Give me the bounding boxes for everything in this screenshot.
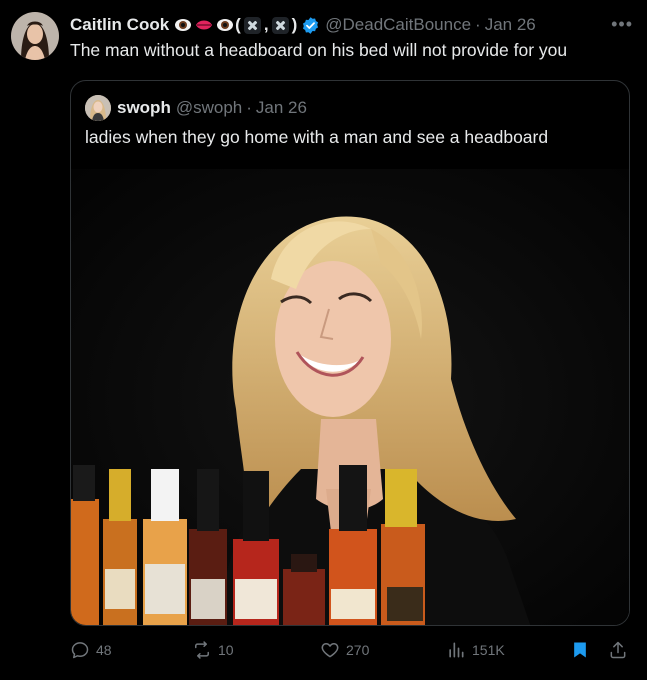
share-upload-icon (610, 641, 626, 659)
like-count: 270 (346, 642, 370, 658)
reply-icon (71, 642, 89, 659)
quoted-tweet-date[interactable]: Jan 26 (256, 98, 307, 118)
tweet-action-bar: 48 10 270 151K (70, 640, 632, 664)
tweet-text: The man without a headboard on his bed w… (70, 40, 568, 60)
author-handle[interactable]: @DeadCaitBounce (325, 15, 471, 35)
retweet-icon (195, 641, 209, 659)
photo-woman-hot-sauce-icon (71, 169, 629, 625)
author-avatar[interactable] (11, 12, 59, 60)
quoted-tweet-card[interactable]: swoph @swoph · Jan 26 ladies when they g… (70, 80, 630, 626)
view-count: 151K (472, 642, 505, 658)
x-mark-icon (271, 16, 289, 34)
share-button[interactable] (608, 640, 634, 660)
quoted-tweet-text: ladies when they go home with a man and … (85, 127, 549, 147)
analytics-bars-icon (449, 642, 464, 658)
name-emoji-decoration: ( , ) (175, 15, 297, 35)
views-button[interactable]: 151K (446, 640, 505, 660)
comma: , (263, 15, 269, 34)
quoted-author-avatar[interactable] (85, 95, 111, 121)
retweet-count: 10 (218, 642, 234, 658)
eye-mouth-eye-icon (175, 19, 234, 31)
paren-open: ( (235, 15, 241, 34)
tweet-header: Caitlin Cook ( , ) @DeadCaitBounce · Jan… (70, 14, 633, 36)
author-display-name[interactable]: Caitlin Cook (70, 15, 169, 35)
quoted-tweet-header: swoph @swoph · Jan 26 (85, 95, 307, 121)
paren-close: ) (291, 15, 298, 34)
bookmark-icon (574, 642, 586, 658)
x-mark-icon (243, 16, 261, 34)
separator-dot: · (246, 98, 252, 117)
profile-photo-icon (11, 12, 59, 60)
quoted-author-display-name[interactable]: swoph (117, 98, 171, 118)
heart-icon (321, 643, 339, 658)
tweet-date[interactable]: Jan 26 (485, 15, 536, 35)
quoted-author-handle[interactable]: @swoph (176, 98, 242, 118)
quoted-tweet-media[interactable] (71, 169, 629, 625)
reply-count: 48 (96, 642, 112, 658)
more-options-icon[interactable]: ••• (611, 14, 633, 35)
profile-photo-icon (85, 95, 111, 121)
verified-badge-icon[interactable] (301, 16, 320, 35)
bookmark-button[interactable] (570, 640, 596, 660)
retweet-button[interactable]: 10 (192, 640, 234, 660)
reply-button[interactable]: 48 (70, 640, 112, 660)
like-button[interactable]: 270 (320, 640, 369, 660)
separator-dot: · (475, 15, 481, 34)
